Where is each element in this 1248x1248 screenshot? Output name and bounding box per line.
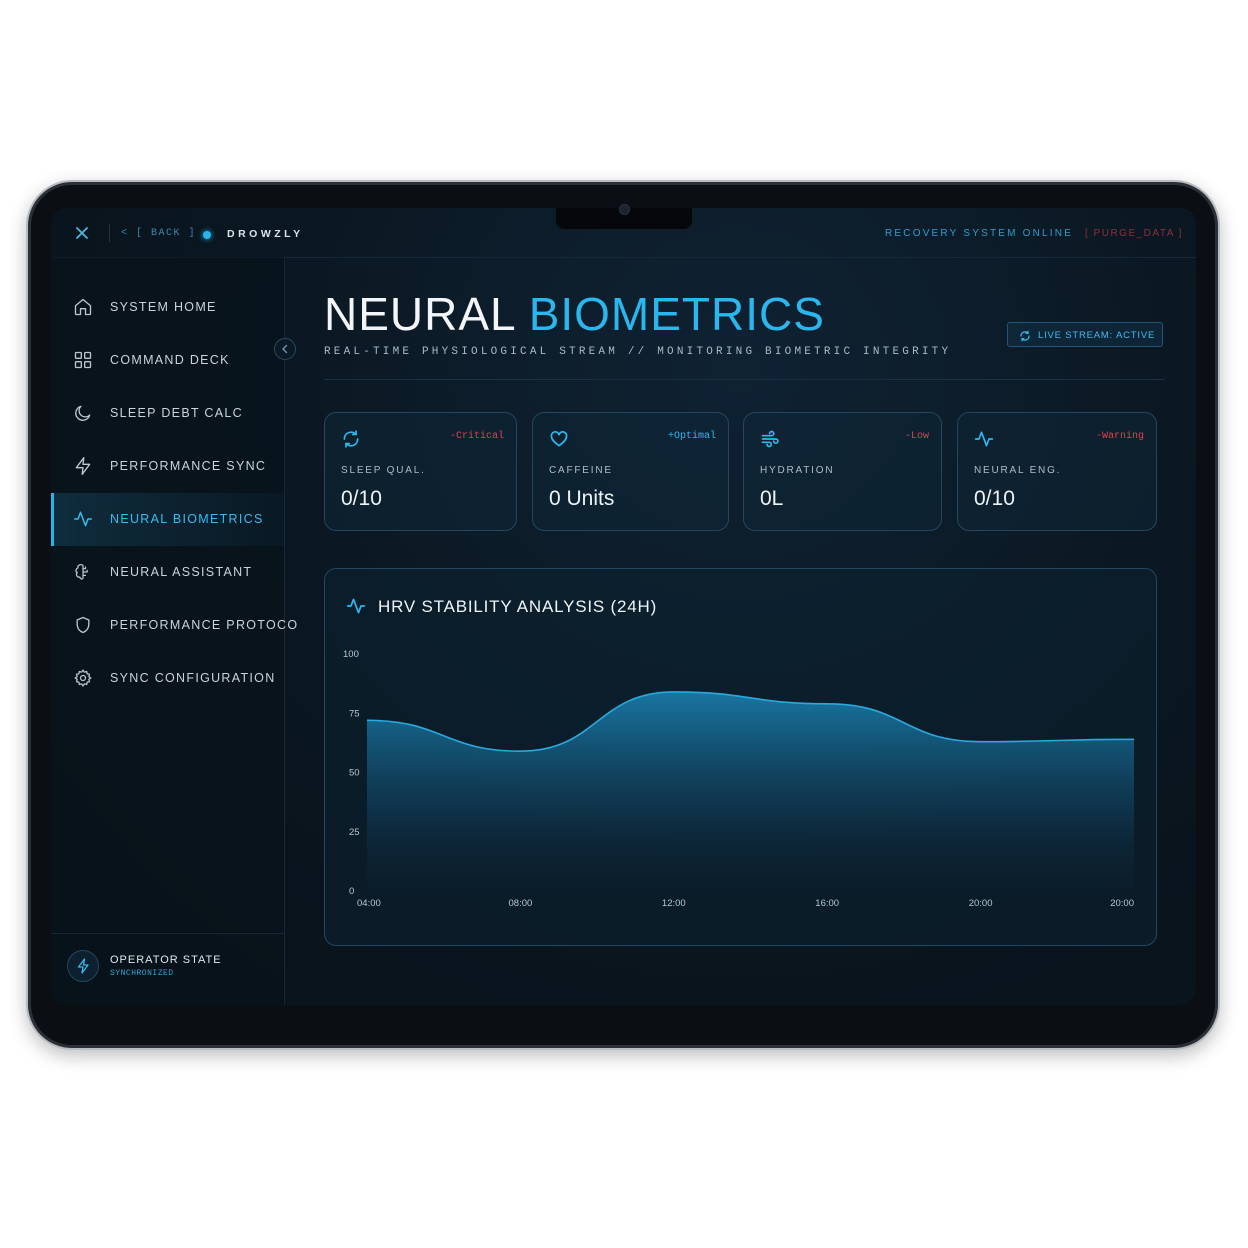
status-tag: +Optimal [667,431,716,442]
x-tick-label: 08:00 [509,898,533,909]
x-tick-label: 04:00 [357,898,381,909]
system-status: RECOVERY SYSTEM ONLINE [885,228,1074,239]
status-tag: -Critical [449,431,504,442]
operator-state-title: OPERATOR STATE [110,954,222,966]
hrv-chart-panel: HRV STABILITY ANALYSIS (24H) 0 25 50 75 100 0… [324,568,1157,946]
sidebar-item-label: SLEEP DEBT CALC [110,406,243,420]
metric-label: NEURAL ENG. [974,465,1062,476]
metric-label: HYDRATION [760,465,835,476]
metric-card-sleep-quality[interactable]: -Critical SLEEP QUAL. 0/10 [324,412,517,531]
heart-icon [549,429,569,449]
metric-card-caffeine[interactable]: +Optimal CAFFEINE 0 Units [532,412,729,531]
wind-icon [760,429,780,449]
x-tick-label: 20:00 [1110,898,1134,909]
metric-value: 0 Units [549,487,615,510]
sidebar-item-performance-sync[interactable]: PERFORMANCE SYNC [51,440,284,493]
camera-icon [619,204,630,215]
sidebar-item-system-home[interactable]: SYSTEM HOME [51,281,284,334]
live-stream-label: LIVE STREAM: ACTIVE [1038,330,1156,341]
sidebar-item-label: SYNC CONFIGURATION [110,671,276,685]
y-tick-label: 25 [349,827,360,838]
bolt-icon [73,456,93,476]
status-dot [203,231,211,239]
metric-value: 0/10 [974,487,1015,510]
refresh-icon [341,429,361,449]
activity-icon [974,429,994,449]
moon-icon [73,403,93,423]
x-tick-label: 16:00 [815,898,839,909]
sidebar-item-label: NEURAL BIOMETRICS [110,512,264,526]
x-tick-label: 12:00 [662,898,686,909]
sidebar-item-sync-configuration[interactable]: SYNC CONFIGURATION [51,652,284,705]
metric-label: SLEEP QUAL. [341,465,426,476]
home-icon [73,297,93,317]
y-tick-label: 0 [349,886,354,897]
y-tick-label: 50 [349,768,360,779]
sidebar-item-performance-protocol[interactable]: PERFORMANCE PROTOCO [51,599,297,652]
app-screen: < [ BACK ] DROWZLY RECOVERY SYSTEM ONLIN… [51,208,1196,1005]
sidebar-item-label: PERFORMANCE PROTOCO [110,618,299,632]
page-title-main: NEURAL [324,288,529,340]
metric-label: CAFFEINE [549,465,613,476]
live-stream-button[interactable]: LIVE STREAM: ACTIVE [1007,322,1163,347]
gear-icon [73,668,93,688]
close-icon[interactable] [73,224,91,242]
collapse-sidebar-button[interactable] [274,338,296,360]
divider [109,224,110,242]
divider [51,933,284,934]
sidebar-item-neural-assistant[interactable]: NEURAL ASSISTANT [51,546,284,599]
sidebar: SYSTEM HOME COMMAND DECK SLEEP DEBT CALC… [51,257,297,1005]
purge-data-button[interactable]: [ PURGE_DATA ] [1085,228,1183,239]
operator-state-status: SYNCHRONIZED [110,969,174,978]
sidebar-item-command-deck[interactable]: COMMAND DECK [51,334,284,387]
brain-icon [73,562,93,582]
metric-value: 0L [760,487,784,510]
y-tick-label: 100 [343,649,359,660]
main-content: NEURAL BIOMETRICS REAL-TIME PHYSIOLOGICA… [285,257,1196,1005]
metric-value: 0/10 [341,487,382,510]
refresh-icon [1019,329,1031,342]
back-button[interactable]: < [ BACK ] [121,228,196,239]
sidebar-item-label: SYSTEM HOME [110,300,217,314]
sidebar-item-label: NEURAL ASSISTANT [110,565,253,579]
metric-card-neural-engagement[interactable]: -Warning NEURAL ENG. 0/10 [957,412,1157,531]
x-tick-label: 20:00 [969,898,993,909]
operator-avatar [67,950,99,982]
brand-name: DROWZLY [227,228,304,240]
series-area [367,691,1134,891]
sidebar-item-label: COMMAND DECK [110,353,230,367]
metric-card-hydration[interactable]: -Low HYDRATION 0L [743,412,942,531]
status-tag: -Warning [1095,431,1144,442]
page-title-accent: BIOMETRICS [528,288,825,340]
grid-icon [73,350,93,370]
sidebar-item-label: PERFORMANCE SYNC [110,459,267,473]
y-tick-label: 75 [349,708,360,719]
sidebar-item-sleep-debt-calc[interactable]: SLEEP DEBT CALC [51,387,284,440]
chevron-left-icon [282,344,288,354]
page-subtitle: REAL-TIME PHYSIOLOGICAL STREAM // MONITO… [324,346,952,358]
bolt-icon [77,958,89,974]
divider [324,379,1165,380]
shield-icon [73,615,93,635]
page-title: NEURAL BIOMETRICS [324,287,825,341]
activity-icon [73,509,93,529]
status-tag: -Low [904,431,929,442]
hrv-chart: 0 25 50 75 100 04:00 08:00 12:00 16:00 20:00 20:00 [343,649,1135,909]
sidebar-item-neural-biometrics[interactable]: NEURAL BIOMETRICS [51,493,284,546]
